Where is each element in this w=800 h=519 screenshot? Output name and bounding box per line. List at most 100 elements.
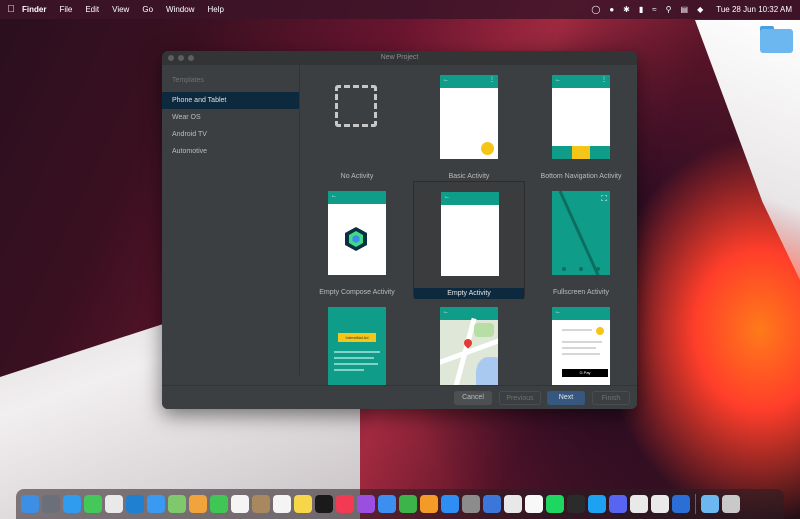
facetime-icon[interactable] [210,495,228,513]
folder-icon [759,26,793,53]
sidebar-item-phone-tablet[interactable]: Phone and Tablet [162,92,299,109]
template-no-activity[interactable]: No Activity [301,65,413,181]
template-bottom-navigation-activity[interactable]: ← ⋮ Bottom Navigation Activity [525,65,637,181]
sync-icon[interactable]: ● [609,5,614,14]
desktop-folder[interactable]: Files [756,26,796,64]
contacts-icon[interactable] [252,495,270,513]
menu-file[interactable]: File [59,5,72,14]
maps-icon[interactable] [168,495,186,513]
menu-view[interactable]: View [112,5,129,14]
jetpack-compose-logo-icon [345,227,367,251]
template-empty-compose-activity[interactable]: ← Empty Compose Activity [301,181,413,297]
status-area: ◯ ● ✱ ▮ ≈ ⚲ ▤ ◆ Tue 28 Jun 10:32 AM [591,0,792,19]
pages-icon[interactable] [420,495,438,513]
github-icon[interactable] [567,495,585,513]
new-project-window: New Project Templates Phone and Tablet W… [162,51,637,409]
finish-button[interactable]: Finish [592,391,630,405]
template-empty-activity[interactable]: ← Empty Activity [413,181,525,299]
safari-icon[interactable] [63,495,81,513]
back-arrow-icon: ← [331,193,337,199]
folder-label: Files [768,57,784,64]
menu-help[interactable]: Help [207,5,223,14]
template-basic-activity[interactable]: ← ⋮ Basic Activity [413,65,525,181]
menu-window[interactable]: Window [166,5,194,14]
control-center-icon[interactable]: ▤ [681,5,689,14]
menu-go[interactable]: Go [142,5,153,14]
cancel-button[interactable]: Cancel [454,391,492,405]
xcode-icon[interactable] [483,495,501,513]
vscode-icon[interactable] [126,495,144,513]
basic-activity-preview: ← ⋮ [440,75,498,159]
gpay-button: G Pay [562,369,608,377]
slack-icon[interactable] [504,495,522,513]
launchpad-icon[interactable] [42,495,60,513]
google-maps-preview: ← [440,307,498,385]
chrome-icon-2[interactable] [630,495,648,513]
template-grid: No Activity ← ⋮ Basic Activity ← ⋮ Bottom … [301,65,637,385]
reminders-icon[interactable] [273,495,291,513]
spotlight-search-icon[interactable]: ⚲ [666,5,672,14]
close-window-button[interactable] [168,55,174,61]
battery-icon[interactable]: ▮ [639,5,643,14]
downloads-folder-icon[interactable] [701,495,719,513]
chrome-icon-3[interactable] [651,495,669,513]
template-google-maps[interactable]: ← [413,297,525,385]
template-fullscreen-activity[interactable]: ⛶ Fullscreen Activity [525,181,637,297]
zoom-window-button[interactable] [188,55,194,61]
window-titlebar[interactable]: New Project [162,51,637,65]
tv-icon[interactable] [315,495,333,513]
twitter-icon[interactable] [588,495,606,513]
notes-icon[interactable] [294,495,312,513]
word-icon[interactable] [672,495,690,513]
next-button[interactable]: Next [547,391,585,405]
menu-edit[interactable]: Edit [85,5,99,14]
window-title: New Project [380,54,419,61]
keynote-icon[interactable] [378,495,396,513]
finder-icon[interactable] [21,495,39,513]
sidebar-item-automotive[interactable]: Automotive [162,143,299,160]
templates-header: Templates [172,77,204,84]
chrome-icon[interactable] [105,495,123,513]
dialog-footer: Cancel Previous Next Finish [162,385,637,409]
fullscreen-preview: ⛶ [552,191,610,275]
template-google-pay[interactable]: ← G Pay [525,297,637,385]
trash-icon[interactable] [722,495,740,513]
apple-menu-icon[interactable]:  [0,4,22,15]
siri-icon[interactable]: ◆ [697,5,703,14]
numbers-icon[interactable] [399,495,417,513]
spotify-icon[interactable] [546,495,564,513]
back-arrow-icon: ← [443,77,449,83]
music-icon[interactable] [336,495,354,513]
bottom-navigation-preview: ← ⋮ [552,75,610,159]
sidebar-item-android-tv[interactable]: Android TV [162,126,299,143]
wifi-icon[interactable]: ≈ [652,5,656,14]
overflow-menu-icon: ⋮ [489,77,495,83]
back-arrow-icon: ← [555,77,561,83]
interstitial-ad-badge: Interstitial Ad [338,333,376,342]
minimize-window-button[interactable] [178,55,184,61]
shield-icon[interactable]: ◯ [591,5,600,14]
discord-icon[interactable] [609,495,627,513]
photos-icon[interactable] [189,495,207,513]
calendar-icon[interactable] [231,495,249,513]
interstitial-ad-preview: Interstitial Ad [328,307,386,385]
bluetooth-icon[interactable]: ✱ [623,5,630,14]
settings-icon[interactable] [462,495,480,513]
notion-icon[interactable] [525,495,543,513]
dock-separator [695,494,696,514]
template-interstitial-ad[interactable]: Interstitial Ad [301,297,413,385]
back-arrow-icon: ← [443,309,449,315]
dock [16,489,784,519]
appstore-icon[interactable] [441,495,459,513]
menu-app-name[interactable]: Finder [22,5,46,14]
expand-icon: ⛶ [601,194,607,203]
empty-activity-preview: ← [441,192,499,276]
previous-button[interactable]: Previous [499,391,541,405]
menu-clock[interactable]: Tue 28 Jun 10:32 AM [716,5,792,14]
podcasts-icon[interactable] [357,495,375,513]
messages-icon[interactable] [84,495,102,513]
sidebar-item-wear-os[interactable]: Wear OS [162,109,299,126]
templates-sidebar: Templates Phone and Tablet Wear OS Andro… [162,65,300,375]
mail-icon[interactable] [147,495,165,513]
empty-compose-preview: ← [328,191,386,275]
